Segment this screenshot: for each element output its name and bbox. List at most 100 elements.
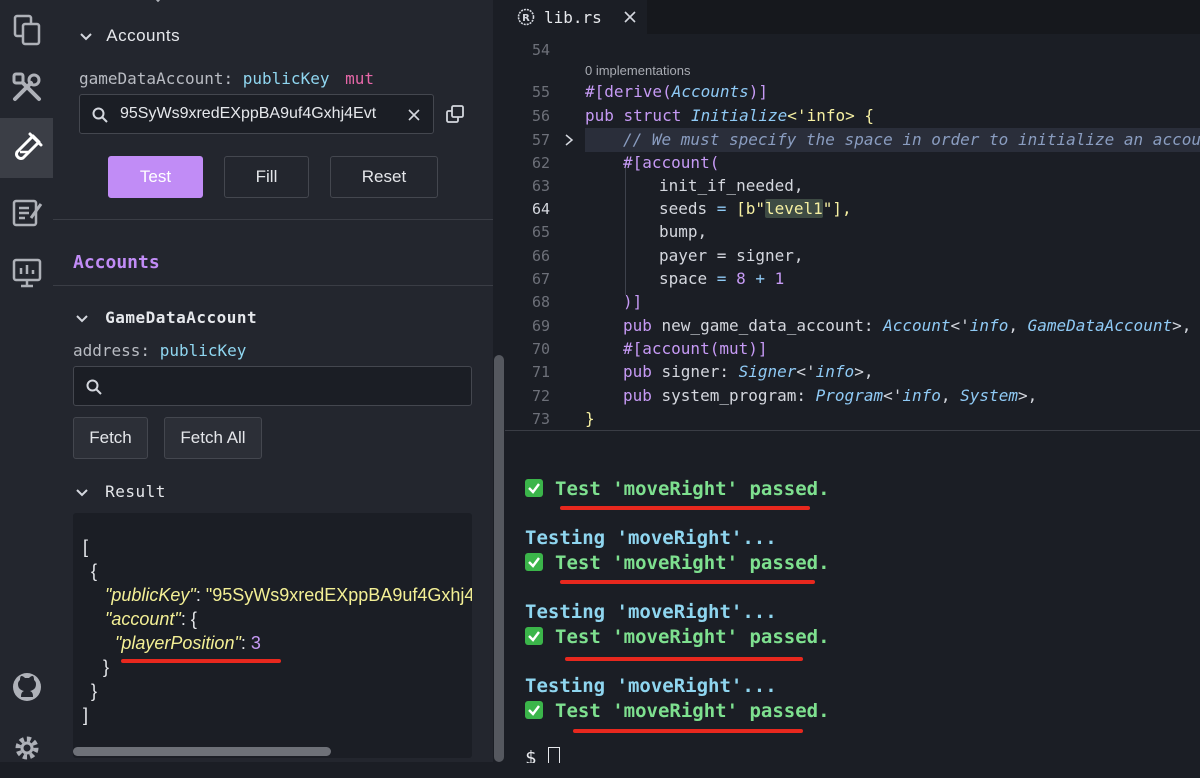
code-line: space = 8 + 1 (659, 269, 785, 288)
line-number: 62 (531, 154, 550, 172)
tab-title: lib.rs (544, 7, 602, 27)
horizontal-scrollbar[interactable] (73, 747, 331, 756)
json-close-inner: } (103, 657, 110, 677)
terminal-testing-line: Testing 'moveRight'... (525, 601, 777, 623)
json-account-line: "account": { (105, 609, 197, 629)
line-number: 71 (531, 363, 550, 381)
json-close-bracket: ] (83, 705, 89, 725)
tools-icon[interactable] (0, 57, 53, 117)
address-field-label: address: publicKey (73, 341, 246, 360)
red-underline-annotation (573, 729, 803, 733)
json-key: "account" (105, 609, 181, 629)
code-line: } (585, 409, 595, 428)
implementations-hint[interactable]: 0 implementations (585, 63, 691, 78)
activity-bar (0, 0, 54, 762)
line-number: 65 (531, 223, 550, 241)
chevron-down-icon (76, 488, 88, 496)
code-line: pub new_game_data_account: Account<'info… (623, 316, 1192, 335)
fill-button[interactable]: Fill (224, 156, 309, 198)
red-underline-annotation (121, 659, 281, 663)
line-number: 68 (531, 293, 550, 311)
test-tube-icon[interactable] (0, 118, 53, 178)
terminal-pass-line: Test 'moveRight' passed. (525, 700, 830, 722)
notes-icon[interactable] (0, 182, 53, 242)
line-number: 73 (531, 410, 550, 428)
red-underline-annotation (560, 506, 810, 510)
game-data-account-field-label: gameDataAccount: publicKey mut (79, 69, 374, 88)
search-icon (92, 107, 108, 123)
tab-bar: R lib.rs (505, 0, 1200, 34)
divider (53, 219, 493, 220)
reset-button[interactable]: Reset (330, 156, 438, 198)
code-line: #[account( (623, 153, 720, 172)
terminal-pass-line: Test 'moveRight' passed. (525, 552, 830, 574)
json-open-brace: { (91, 561, 98, 581)
terminal-testing-line: Testing 'moveRight'... (525, 675, 777, 697)
code-line: )] (623, 292, 643, 311)
test-button[interactable]: Test (108, 156, 203, 198)
code-line: pub struct Initialize<'info> { (585, 106, 874, 125)
field-type: publicKey (242, 69, 330, 88)
code-line: pub system_program: Program<'info, Syste… (623, 386, 1038, 405)
result-section-header[interactable]: Result (75, 482, 166, 501)
line-number: 70 (531, 340, 550, 358)
code-editor: R lib.rs 54 0 implementations 55 #[deriv… (505, 0, 1200, 430)
checkmark-icon (525, 479, 543, 497)
terminal-pass-line: Test 'moveRight' passed. (525, 626, 830, 648)
json-value: "95SyWs9xredEXppBA9uf4Gxhj4 (205, 585, 472, 605)
github-icon[interactable] (0, 657, 53, 717)
terminal[interactable]: Test 'moveRight' passed. Testing 'moveRi… (505, 430, 1200, 763)
files-icon[interactable] (0, 0, 53, 60)
result-output: [ { "publicKey": "95SyWs9xredEXppBA9uf4G… (73, 513, 472, 758)
terminal-prompt[interactable]: $ (525, 747, 560, 763)
game-data-account-section-title: GameDataAccount (105, 308, 258, 327)
terminal-pass-line: Test 'moveRight' passed. (525, 478, 830, 500)
code-line: seeds = [b"level1"], (659, 199, 852, 218)
code-line: bump, (659, 222, 708, 241)
accounts-section-title: Accounts (106, 26, 181, 45)
line-number: 64 (531, 200, 550, 218)
json-value: 3 (250, 633, 261, 653)
line-number: 63 (531, 177, 550, 195)
rust-icon: R (517, 8, 535, 26)
accounts-heading: Accounts (73, 252, 160, 273)
game-data-account-section-header[interactable]: GameDataAccount (75, 308, 257, 327)
tab-lib-rs[interactable]: R lib.rs (505, 0, 647, 34)
code-line: #[derive(Accounts)] (585, 82, 769, 101)
clear-icon[interactable] (408, 109, 420, 121)
terminal-cursor (547, 747, 560, 763)
accounts-section-header[interactable]: Accounts (79, 26, 180, 46)
red-underline-annotation (560, 580, 815, 584)
settings-icon[interactable] (0, 718, 53, 778)
json-key: "publicKey" (105, 585, 196, 605)
deploy-icon[interactable] (0, 242, 53, 302)
game-data-account-input[interactable]: 95SyWs9xredEXppBA9uf4Gxhj4Evt (79, 94, 434, 134)
mut-badge: mut (345, 69, 375, 88)
checkmark-icon (525, 701, 543, 719)
json-key: "playerPosition" (115, 633, 241, 653)
red-underline-annotation (565, 657, 803, 661)
test-panel: Accounts gameDataAccount: publicKey mut … (53, 0, 493, 762)
svg-text:R: R (522, 13, 530, 24)
field-type: publicKey (159, 341, 247, 360)
fetch-all-button[interactable]: Fetch All (164, 417, 262, 459)
line-number: 66 (531, 247, 550, 265)
close-icon[interactable] (624, 11, 636, 23)
json-open-bracket: [ (83, 537, 89, 557)
terminal-testing-line: Testing 'moveRight'... (525, 527, 777, 549)
json-publickey-line: "publicKey": "95SyWs9xredEXppBA9uf4Gxhj4 (105, 585, 472, 606)
checkmark-icon (525, 627, 543, 645)
search-input-value[interactable]: 95SyWs9xredEXppBA9uf4Gxhj4Evt (120, 105, 376, 123)
panel-scrollbar-thumb[interactable] (494, 355, 504, 762)
line-number: 57 (531, 131, 550, 149)
fetch-button[interactable]: Fetch (73, 417, 148, 459)
indent-guide (625, 160, 626, 295)
field-name: address: (73, 341, 151, 360)
address-input[interactable] (73, 366, 472, 406)
code-line: init_if_needed, (659, 176, 804, 195)
divider (53, 285, 493, 286)
fold-chevron-icon[interactable] (563, 134, 575, 146)
copy-icon[interactable] (446, 105, 464, 123)
chevron-down-icon (76, 314, 88, 322)
search-icon (86, 379, 102, 395)
